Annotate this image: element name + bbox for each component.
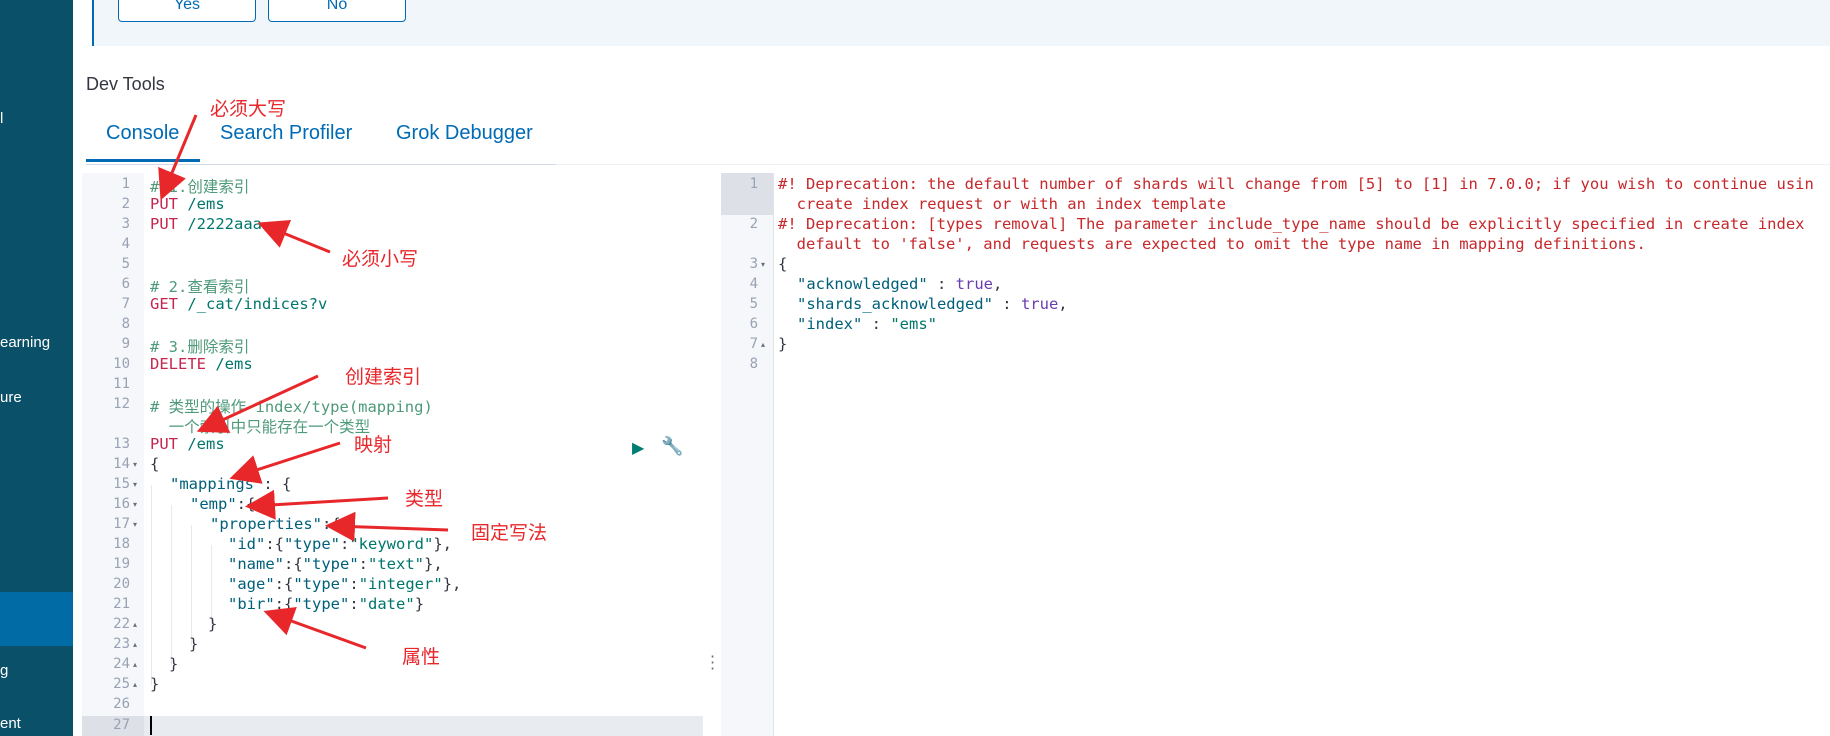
arrow-mapping (229, 441, 341, 484)
arrow-fixed-syntax (325, 511, 449, 542)
arrow-type (245, 489, 389, 520)
annotation-arrows (158, 114, 449, 650)
arrow-properties (263, 607, 367, 650)
arrow-lowercase (257, 220, 331, 254)
arrow-uppercase (158, 114, 198, 201)
arrow-create-index (196, 374, 319, 433)
